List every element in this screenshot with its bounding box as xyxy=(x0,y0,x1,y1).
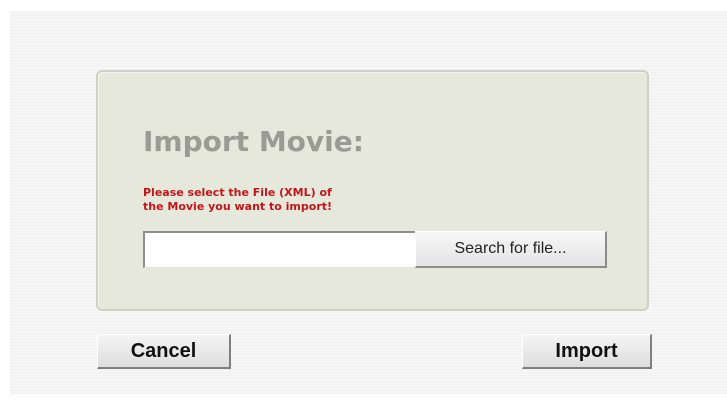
instruction-text: Please select the File (XML) of the Movi… xyxy=(143,186,413,214)
instruction-line-1: Please select the File (XML) of xyxy=(143,186,332,199)
instruction-line-2: the Movie you want to import! xyxy=(143,200,333,213)
dialog-title: Import Movie: xyxy=(143,125,364,158)
search-for-file-button[interactable]: Search for file... xyxy=(415,231,607,268)
cancel-button[interactable]: Cancel xyxy=(97,334,231,369)
file-path-input[interactable] xyxy=(143,231,416,268)
import-button[interactable]: Import xyxy=(522,334,652,369)
